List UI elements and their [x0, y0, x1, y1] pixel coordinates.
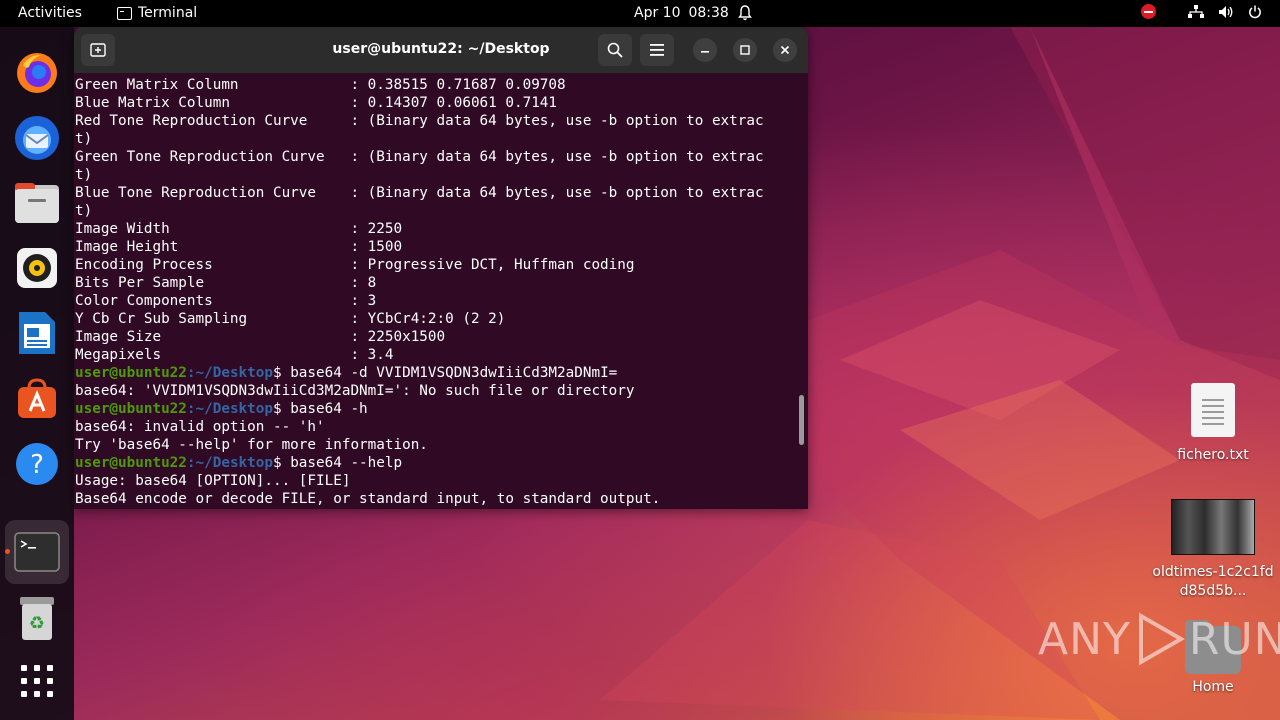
minimize-button[interactable] — [693, 38, 717, 62]
terminal-output-line: Megapixels : 3.4 — [75, 347, 394, 363]
dock: ? ♻ — [0, 27, 74, 720]
prompt-path: :~/Desktop — [186, 455, 273, 471]
terminal-command-line: user@ubuntu22:~/Desktop$ base64 -h — [75, 400, 797, 418]
terminal-output-line: Image Height : 1500 — [75, 239, 403, 255]
terminal-output-line: base64: 'VVIDM1VSQDN3dwIiiCd3M2aDNmI=': … — [75, 383, 635, 399]
terminal-output-line: Usage: base64 [OPTION]... [FILE] — [75, 473, 351, 489]
desktop-icon-oldtimes[interactable]: oldtimes-1c2c1fdd85d5b... — [1148, 499, 1278, 601]
dock-software[interactable] — [13, 374, 61, 422]
terminal-command-line: user@ubuntu22:~/Desktop$ base64 --help — [75, 454, 797, 472]
top-bar: Activities Terminal Apr 10 08:38 — [0, 0, 1280, 27]
dock-files[interactable] — [13, 179, 61, 227]
activities-button[interactable]: Activities — [18, 5, 82, 21]
watermark-right: RUN — [1188, 613, 1280, 665]
clock[interactable]: Apr 10 08:38 — [634, 5, 729, 21]
terminal-output-line: base64: invalid option -- 'h' — [75, 419, 325, 435]
do-not-disturb-icon[interactable] — [1141, 4, 1156, 19]
terminal-output-line: Blue Matrix Column : 0.14307 0.06061 0.7… — [75, 95, 558, 111]
terminal-output-line: Red Tone Reproduction Curve : (Binary da… — [75, 113, 764, 129]
prompt-user: user@ubuntu22 — [75, 365, 187, 381]
terminal-output-line: Encoding Process : Progressive DCT, Huff… — [75, 257, 635, 273]
terminal-icon — [14, 532, 60, 572]
command-text: $ base64 -d VVIDM1VSQDN3dwIiiCd3M2aDNmI= — [272, 365, 618, 381]
terminal-output-line: Try 'base64 --help' for more information… — [75, 437, 428, 453]
terminal-output[interactable]: Green Matrix Column : 0.38515 0.71687 0.… — [75, 76, 797, 508]
app-menu-label: Terminal — [138, 5, 198, 21]
desktop-icon-label: oldtimes-1c2c1fdd85d5b... — [1152, 564, 1274, 599]
hamburger-menu-icon — [650, 44, 664, 56]
minimize-icon — [701, 51, 709, 53]
prompt-path: :~/Desktop — [186, 401, 273, 417]
dock-thunderbird[interactable] — [13, 114, 61, 162]
svg-text:♻: ♻ — [29, 613, 45, 634]
dock-help[interactable]: ? — [13, 440, 61, 488]
clock-date: Apr 10 — [634, 5, 681, 21]
terminal-output-line: Image Size : 2250x1500 — [75, 329, 446, 345]
terminal-output-line: t) — [75, 167, 93, 183]
terminal-output-line: Green Matrix Column : 0.38515 0.71687 0.… — [75, 77, 566, 93]
play-logo-icon — [1138, 612, 1185, 666]
firefox-icon — [17, 53, 57, 93]
software-icon — [18, 378, 56, 418]
dock-firefox[interactable] — [13, 49, 61, 97]
app-menu[interactable]: Terminal — [117, 5, 197, 21]
terminal-window[interactable]: user@ubuntu22: ~/Desktop Green Matrix Co… — [74, 27, 808, 509]
terminal-output-line: Color Components : 3 — [75, 293, 377, 309]
notification-bell-icon[interactable] — [738, 5, 752, 21]
network-icon — [1188, 4, 1204, 18]
terminal-output-line: t) — [75, 203, 93, 219]
terminal-output-line: Blue Tone Reproduction Curve : (Binary d… — [75, 185, 764, 201]
close-icon — [780, 45, 790, 55]
power-icon — [1249, 5, 1261, 18]
terminal-output-line: t) — [75, 131, 93, 147]
dock-rhythmbox[interactable] — [13, 244, 61, 292]
search-button[interactable] — [598, 34, 632, 66]
terminal-output-line: Base64 encode or decode FILE, or standar… — [75, 491, 661, 507]
close-button[interactable] — [773, 38, 797, 62]
terminal-output-line: Bits Per Sample : 8 — [75, 275, 377, 291]
terminal-output-line: Green Tone Reproduction Curve : (Binary … — [75, 149, 764, 165]
maximize-icon — [740, 45, 750, 55]
help-icon: ? — [16, 443, 58, 485]
prompt-path: :~/Desktop — [186, 365, 273, 381]
desktop-icon-label: fichero.txt — [1177, 447, 1249, 463]
dock-show-apps[interactable] — [13, 657, 61, 705]
running-indicator — [5, 549, 10, 554]
system-tray[interactable] — [1141, 4, 1262, 19]
search-icon — [607, 42, 623, 58]
terminal-output-line: Y Cb Cr Sub Sampling : YCbCr4:2:0 (2 2) — [75, 311, 506, 327]
clock-time: 08:38 — [688, 5, 729, 21]
terminal-app-icon — [117, 6, 132, 20]
desktop-icon-label: Home — [1192, 679, 1234, 695]
volume-icon — [1219, 5, 1233, 18]
maximize-button[interactable] — [733, 38, 757, 62]
watermark-left: ANY — [1038, 613, 1131, 665]
prompt-user: user@ubuntu22 — [75, 401, 187, 417]
image-thumbnail — [1171, 499, 1255, 555]
anyrun-watermark: ANY RUN — [1038, 612, 1280, 666]
terminal-headerbar[interactable]: user@ubuntu22: ~/Desktop — [74, 27, 808, 73]
desktop-icon-fichero[interactable]: fichero.txt — [1168, 383, 1258, 463]
dock-writer[interactable] — [13, 309, 61, 357]
dock-terminal[interactable] — [5, 520, 69, 584]
prompt-user: user@ubuntu22 — [75, 455, 187, 471]
terminal-output-line: Image Width : 2250 — [75, 221, 403, 237]
terminal-command-line: user@ubuntu22:~/Desktop$ base64 -d VVIDM… — [75, 364, 797, 382]
files-icon — [15, 183, 59, 223]
svg-text:?: ? — [30, 450, 44, 480]
command-text: $ base64 --help — [272, 455, 403, 471]
trash-icon: ♻ — [20, 597, 54, 640]
rhythmbox-icon — [17, 248, 57, 288]
menu-button[interactable] — [640, 34, 674, 66]
terminal-scrollbar[interactable] — [799, 395, 804, 445]
show-apps-icon — [21, 665, 53, 697]
dock-trash[interactable]: ♻ — [13, 595, 61, 643]
text-file-icon — [1191, 383, 1235, 437]
thunderbird-icon — [15, 116, 59, 160]
writer-icon — [19, 312, 55, 354]
command-text: $ base64 -h — [272, 401, 368, 417]
